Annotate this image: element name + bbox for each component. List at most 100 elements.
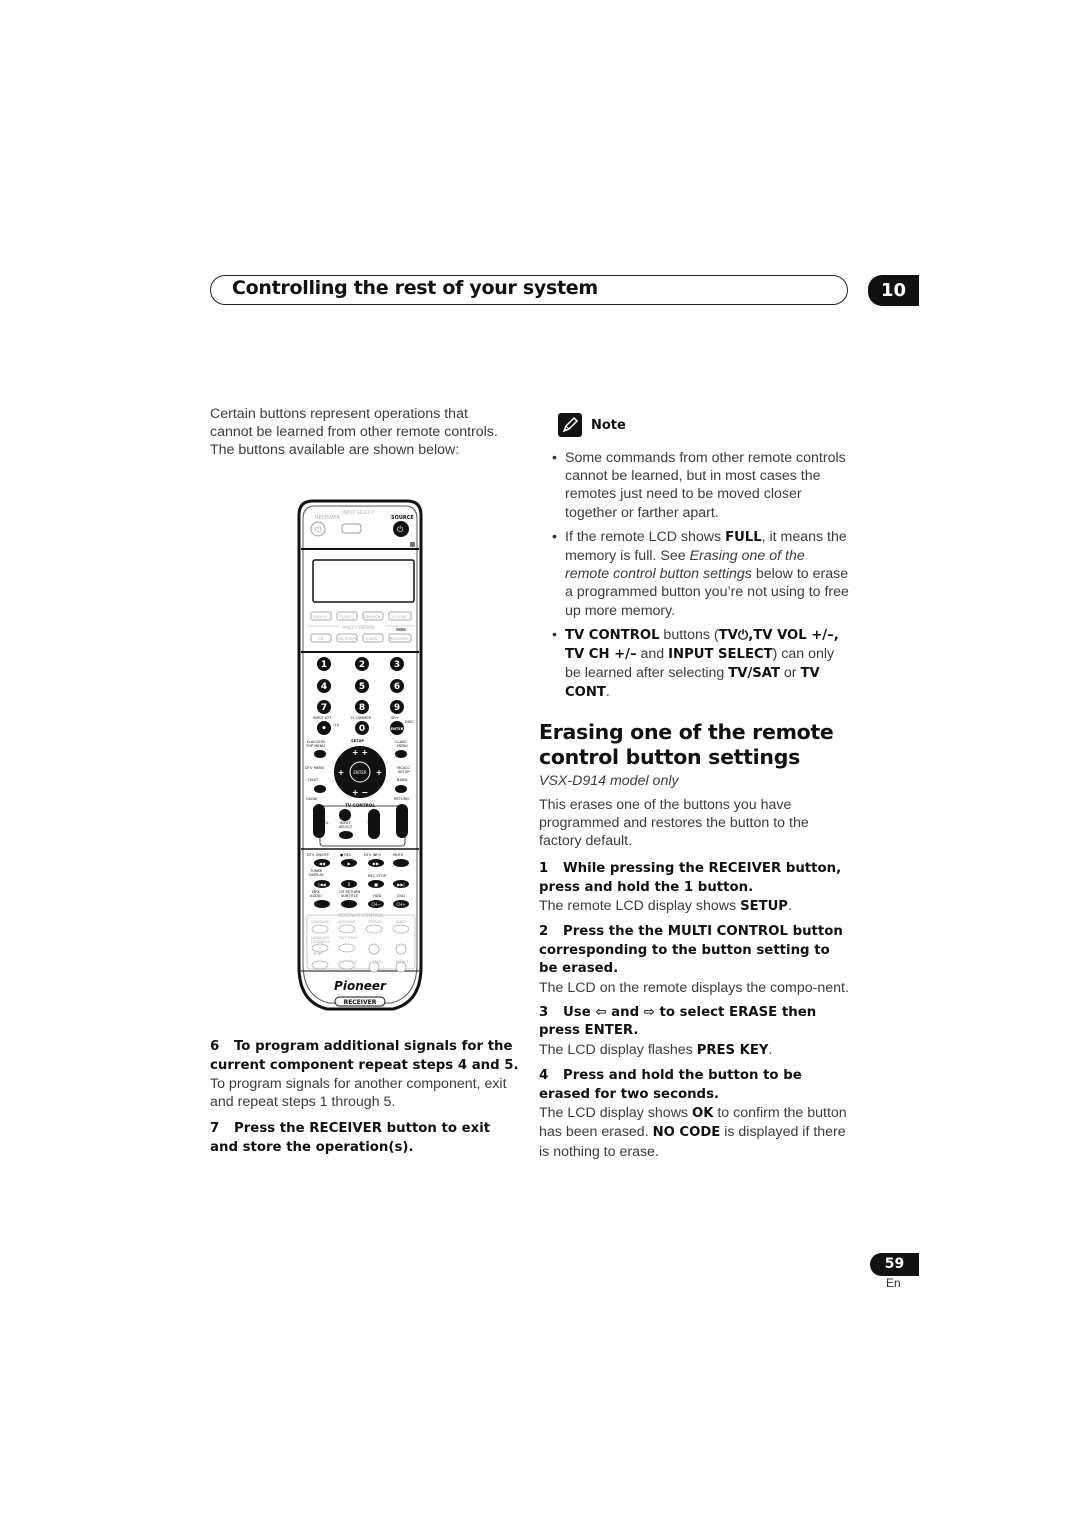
remote-receiver-label: RECEIVER (315, 515, 340, 521)
step-6-heading: 6 To program additional signals for the c… (210, 1039, 519, 1073)
remote-lcd (312, 559, 415, 603)
svg-text:T.EDIT: T.EDIT (306, 778, 319, 782)
svg-text:HDD: HDD (373, 894, 381, 898)
svg-text:VOL: VOL (397, 821, 404, 825)
svg-text:•: • (321, 724, 327, 734)
svg-text:⏻: ⏻ (315, 525, 322, 534)
model-note: VSX-D914 model only (539, 773, 679, 789)
erase-step-1: 1 While pressing the RECEIVER button, pre… (539, 861, 842, 914)
svg-text:DTV ON/OFF: DTV ON/OFF (307, 853, 329, 857)
pioneer-logo: Pioneer (334, 979, 387, 993)
erase-step-4: 4 Press and hold the button to be erased … (539, 1068, 847, 1160)
svg-text:ENTER: ENTER (391, 727, 404, 731)
page-number: 59 (870, 1253, 919, 1276)
svg-text:TV CONT: TV CONT (390, 615, 408, 619)
svg-text:TV CONTROL: TV CONTROL (345, 803, 375, 808)
svg-text:AUDIO: AUDIO (310, 894, 322, 898)
svg-text:ENTER: ENTER (353, 770, 366, 775)
svg-text:SETUP: SETUP (351, 739, 364, 743)
svg-text:■: ■ (374, 882, 378, 887)
pencil-note-icon (558, 413, 582, 437)
svg-text:SETUP: SETUP (398, 770, 410, 774)
note-bullets: Some commands from other remote controls… (552, 449, 852, 709)
svg-text:STANDARD: STANDARD (311, 920, 330, 924)
note-header: Note (558, 413, 626, 437)
erase-steps: 1 While pressing the RECEIVER button, pre… (539, 860, 849, 1168)
svg-text:7: 7 (321, 703, 327, 713)
svg-text:LOUDNESS: LOUDNESS (311, 940, 330, 944)
svg-text:SR+: SR+ (391, 716, 399, 720)
svg-text:CD-R/TAPE: CD-R/TAPE (338, 637, 358, 641)
svg-text:CH+: CH+ (396, 902, 405, 907)
erase-step-2: 2 Press the the MULTI CONTROL button corr… (539, 924, 849, 996)
svg-text:CH−: CH− (371, 902, 380, 907)
svg-text:BAND: BAND (397, 778, 408, 782)
svg-text:▶▶|: ▶▶| (397, 882, 405, 887)
svg-text:STEREO: STEREO (368, 920, 382, 924)
svg-text:0: 0 (359, 724, 365, 734)
svg-text:DVR/VCR: DVR/VCR (364, 615, 381, 619)
chapter-title: Controlling the rest of your system (232, 277, 598, 299)
step-7: 7 Press the RECEIVER button to exit and s… (210, 1120, 520, 1157)
svg-text:SELECT: SELECT (339, 825, 353, 829)
svg-text:+: + (338, 768, 345, 777)
svg-text:MUTE: MUTE (393, 853, 404, 857)
svg-text:RECEIVER: RECEIVER (390, 637, 408, 641)
svg-text:REC STOP: REC STOP (368, 874, 387, 878)
svg-text:8: 8 (359, 703, 365, 713)
remote-control-illustration: RECEIVER ⏻ INPUT SELECT SOURCE ⏻ DVD/LD … (293, 497, 427, 1022)
svg-text:TV VOL: TV VOL (315, 821, 329, 825)
svg-text:DISPLAY: DISPLAY (309, 873, 325, 877)
svg-text:TV/SAT: TV/SAT (338, 615, 352, 619)
svg-text:MULTI CONTROL: MULTI CONTROL (343, 625, 376, 630)
note-bullet: Some commands from other remote controls… (552, 449, 852, 522)
note-bullet: If the remote LCD shows FULL, it means t… (552, 528, 852, 620)
svg-text:DVD/LD: DVD/LD (313, 615, 327, 619)
remote-input-select-label: INPUT SELECT (342, 510, 374, 516)
svg-text:5: 5 (359, 682, 365, 692)
svg-text:6: 6 (394, 682, 400, 692)
note-label: Note (591, 418, 626, 433)
page-language: En (886, 1276, 901, 1290)
svg-text:GUIDE: GUIDE (306, 797, 318, 801)
intro-paragraph: Certain buttons represent operations tha… (210, 406, 498, 459)
svg-text:|◀◀: |◀◀ (318, 882, 326, 887)
svg-text:ADV.SURR: ADV.SURR (338, 920, 356, 924)
svg-text:4: 4 (321, 682, 327, 692)
svg-text:-10: -10 (333, 723, 340, 727)
svg-text:RECEIVER: RECEIVER (344, 999, 377, 1006)
svg-text:DTV INFO: DTV INFO (364, 853, 381, 857)
input-select-button (341, 523, 362, 534)
svg-text:SUBTITLE: SUBTITLE (341, 894, 359, 898)
svg-text:SOURCE: SOURCE (391, 515, 414, 521)
chapter-number-tab: 10 (868, 275, 919, 306)
svg-text:◀◀: ◀◀ (319, 861, 326, 866)
svg-text:CD: CD (318, 637, 324, 641)
svg-text:RECEIVER CONTROL: RECEIVER CONTROL (338, 913, 384, 919)
svg-text:DISC: DISC (405, 720, 414, 724)
svg-text:SLEEP: SLEEP (396, 920, 406, 924)
svg-text:1: 1 (321, 660, 327, 670)
svg-text:DTV MENU: DTV MENU (305, 766, 325, 770)
svg-text:TV CH: TV CH (366, 821, 378, 825)
erase-intro: This erases one of the buttons you have … (539, 797, 809, 850)
note-bullet: TV CONTROL buttons (TV⏻,TV VOL +/–, TV C… (552, 626, 852, 703)
svg-text:II: II (348, 882, 350, 887)
svg-text:DVD: DVD (397, 894, 405, 898)
svg-text:TEST TONE: TEST TONE (337, 936, 357, 940)
svg-text:TUNER: TUNER (364, 637, 378, 641)
section-title: Erasing one of the remote control button… (539, 720, 834, 769)
svg-text:FL DIMMER: FL DIMMER (351, 716, 372, 720)
svg-text:3: 3 (394, 660, 400, 670)
erase-step-3: 3 Use ⇦ and ⇨ to select ERASE then press … (539, 1004, 817, 1058)
svg-text:⏻: ⏻ (397, 525, 404, 534)
svg-text:2: 2 (359, 660, 365, 670)
svg-text:SHIFT: SHIFT (313, 952, 324, 956)
svg-text:● REC: ● REC (340, 853, 352, 857)
svg-text:9: 9 (394, 703, 400, 713)
svg-text:TOP MENU: TOP MENU (305, 744, 325, 748)
step-6-body: To program signals for another component… (210, 1076, 507, 1111)
svg-text:+ −: + − (352, 788, 368, 797)
svg-text:MENU: MENU (397, 744, 408, 748)
step-7-heading: 7 Press the RECEIVER button to exit and s… (210, 1121, 491, 1155)
